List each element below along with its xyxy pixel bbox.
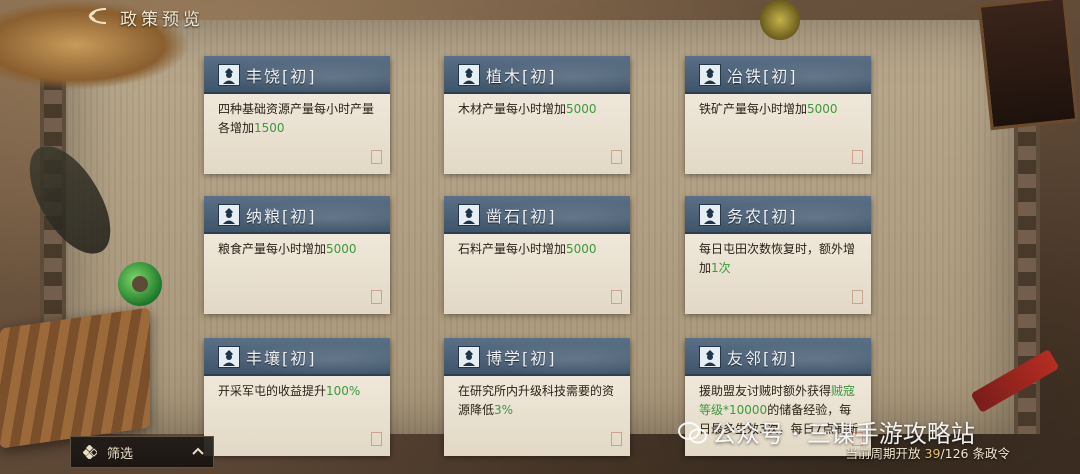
policy-card[interactable]: 植木[初] 木材产量每小时增加5000 xyxy=(444,56,630,174)
policy-card-description: 在研究所内升级科技需要的资源降低3% xyxy=(444,376,630,456)
seal-stamp-icon xyxy=(852,150,863,164)
policy-card-description: 每日屯田次数恢复时，额外增加1次 xyxy=(685,234,871,314)
policy-card-header: 丰壤[初] xyxy=(204,338,390,376)
bamboo-scrolls-decoration xyxy=(0,307,150,449)
policy-card-header: 友邻[初] xyxy=(685,338,871,376)
policy-count-suffix: 条政令 xyxy=(972,446,1010,461)
policy-card-title: 纳粮[初] xyxy=(246,207,317,226)
soldier-portrait-icon xyxy=(218,204,240,226)
soldier-portrait-icon xyxy=(458,64,480,86)
policy-card[interactable]: 博学[初] 在研究所内升级科技需要的资源降低3% xyxy=(444,338,630,456)
watermark-text: 公众号 · 三谋手游攻略站 xyxy=(712,420,975,448)
jade-pendant-decoration xyxy=(118,262,162,306)
policy-card[interactable]: 丰饶[初] 四种基础资源产量每小时产量各增加1500 xyxy=(204,56,390,174)
soldier-portrait-icon xyxy=(699,204,721,226)
policy-effect-text: 石料产量每小时增加 xyxy=(458,242,567,256)
policy-card-description: 木材产量每小时增加5000 xyxy=(444,94,630,174)
policy-card-title: 冶铁[初] xyxy=(727,67,798,86)
page-title: 政策预览 xyxy=(120,10,204,30)
policy-effect-value: 5000 xyxy=(566,102,597,116)
policy-card-description: 粮食产量每小时增加5000 xyxy=(204,234,390,314)
policy-effect-text: 援助盟友讨贼时额外获得 xyxy=(699,384,832,398)
soldier-portrait-icon xyxy=(458,204,480,226)
policy-effect-text: 铁矿产量每小时增加 xyxy=(699,102,808,116)
policy-effect-value: 1500 xyxy=(254,121,285,135)
policy-card-description: 开采军屯的收益提升100% xyxy=(204,376,390,456)
seal-stamp-icon xyxy=(371,290,382,304)
policy-card-header: 植木[初] xyxy=(444,56,630,94)
policy-effect-value: 5000 xyxy=(326,242,357,256)
seal-stamp-icon xyxy=(852,290,863,304)
policy-card-header: 纳粮[初] xyxy=(204,196,390,234)
filter-button[interactable]: 筛选 xyxy=(70,436,214,468)
policy-card-header: 务农[初] xyxy=(685,196,871,234)
soldier-portrait-icon xyxy=(218,346,240,368)
seal-stamp-icon xyxy=(371,432,382,446)
policy-card-title: 凿石[初] xyxy=(486,207,557,226)
back-arrow-icon[interactable] xyxy=(86,6,110,26)
policy-effect-text: 开采军屯的收益提升 xyxy=(218,384,327,398)
policy-card[interactable]: 凿石[初] 石料产量每小时增加5000 xyxy=(444,196,630,314)
seal-stamp-icon xyxy=(611,290,622,304)
policy-card-title: 务农[初] xyxy=(727,207,798,226)
seal-stamp-icon xyxy=(611,150,622,164)
filter-diamond-icon xyxy=(83,445,97,459)
tassel-decoration xyxy=(760,0,800,40)
policy-effect-text: 粮食产量每小时增加 xyxy=(218,242,327,256)
policy-effect-text: 四种基础资源产量每小时产量各增加 xyxy=(218,102,375,135)
policy-card-title: 博学[初] xyxy=(486,349,557,368)
filter-label: 筛选 xyxy=(107,447,134,462)
soldier-portrait-icon xyxy=(699,346,721,368)
policy-card-title: 友邻[初] xyxy=(727,349,798,368)
policy-effect-text: 在研究所内升级科技需要的资源降低 xyxy=(458,384,615,417)
policy-card[interactable]: 丰壤[初] 开采军屯的收益提升100% xyxy=(204,338,390,456)
seal-stamp-icon xyxy=(371,150,382,164)
policy-effect-value: 3% xyxy=(494,403,514,417)
policy-card-header: 凿石[初] xyxy=(444,196,630,234)
policy-card-title: 植木[初] xyxy=(486,67,557,86)
policy-card-header: 博学[初] xyxy=(444,338,630,376)
wooden-box-decoration xyxy=(977,0,1079,131)
wechat-logo-icon xyxy=(678,422,707,444)
policy-card-description: 四种基础资源产量每小时产量各增加1500 xyxy=(204,94,390,174)
top-bar: 政策预览 xyxy=(0,0,420,32)
policy-effect-text: 木材产量每小时增加 xyxy=(458,102,567,116)
policy-card-header: 丰饶[初] xyxy=(204,56,390,94)
seal-stamp-icon xyxy=(611,432,622,446)
policy-card-description: 石料产量每小时增加5000 xyxy=(444,234,630,314)
soldier-portrait-icon xyxy=(458,346,480,368)
watermark: 公众号 · 三谋手游攻略站 xyxy=(678,414,975,449)
policy-card-title: 丰饶[初] xyxy=(246,67,317,86)
soldier-portrait-icon xyxy=(218,64,240,86)
policy-card-description: 铁矿产量每小时增加5000 xyxy=(685,94,871,174)
policy-effect-value: 5000 xyxy=(566,242,597,256)
policy-effect-value: 1次 xyxy=(711,261,731,275)
policy-card-header: 冶铁[初] xyxy=(685,56,871,94)
soldier-portrait-icon xyxy=(699,64,721,86)
policy-effect-value: 100% xyxy=(326,384,361,398)
chevron-up-icon xyxy=(192,447,204,455)
policy-card[interactable]: 纳粮[初] 粮食产量每小时增加5000 xyxy=(204,196,390,314)
policy-effect-value: 5000 xyxy=(807,102,838,116)
policy-card[interactable]: 务农[初] 每日屯田次数恢复时，额外增加1次 xyxy=(685,196,871,314)
policy-card[interactable]: 冶铁[初] 铁矿产量每小时增加5000 xyxy=(685,56,871,174)
policy-card-title: 丰壤[初] xyxy=(246,349,317,368)
